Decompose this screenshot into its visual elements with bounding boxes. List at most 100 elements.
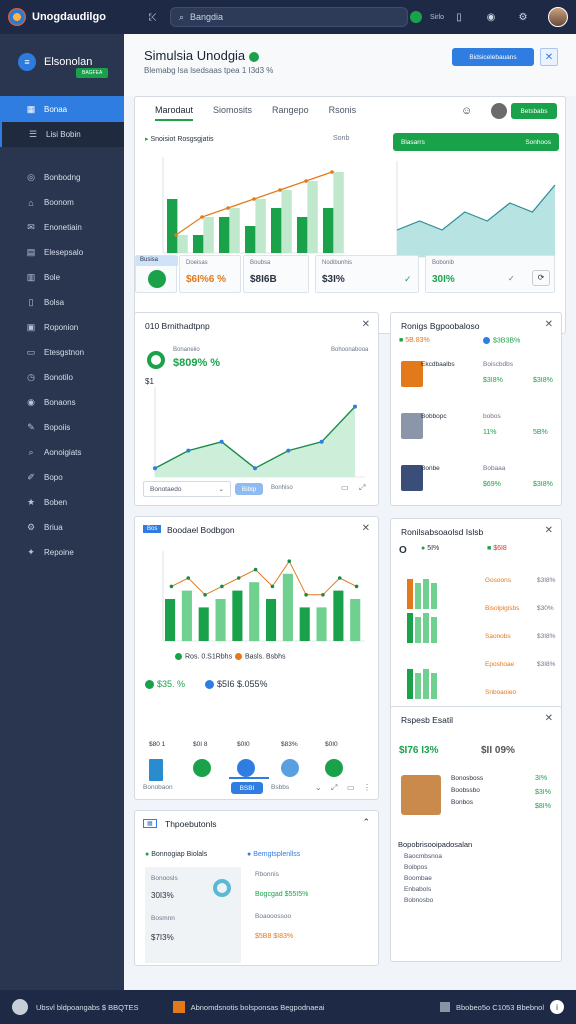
product-icon: [401, 361, 423, 387]
point: [153, 466, 157, 471]
bar: [431, 617, 437, 643]
edit-icon[interactable]: [440, 1002, 450, 1012]
search-icon: ⌕: [28, 447, 34, 457]
user-avatar[interactable]: [491, 103, 507, 119]
sidebar-item-13[interactable]: ⌕ Aonoigiats: [0, 440, 124, 465]
header-action-button[interactable]: Bidsicelebauans: [452, 48, 534, 66]
chart-title: ▸ Snoisiot Rosgsgjatis: [145, 136, 214, 143]
close-icon[interactable]: ✕: [545, 713, 553, 724]
point: [278, 188, 282, 192]
sidebar-item-3[interactable]: ⌂ Boonom: [0, 190, 124, 215]
notification-icon[interactable]: ◉: [484, 10, 498, 24]
primary-button[interactable]: Betsbabs: [511, 103, 557, 119]
stat-tile-2[interactable]: Doeisas $6I%6 %: [179, 255, 241, 293]
stat-tile-4[interactable]: Nodibunhis $3I% ✓: [315, 255, 419, 293]
tab-overview[interactable]: Marodaut: [155, 105, 194, 121]
stat-circle[interactable]: [149, 759, 163, 781]
chevron-up-icon[interactable]: ⌃: [362, 817, 370, 828]
card-a-value: $809% %: [173, 357, 221, 369]
file-icon[interactable]: ▯: [452, 10, 466, 24]
close-icon[interactable]: ✕: [545, 525, 553, 536]
sidebar-item-12[interactable]: ✎ Bopoiis: [0, 415, 124, 440]
info-icon[interactable]: i: [550, 1000, 564, 1014]
stat-circle[interactable]: [237, 759, 255, 777]
close-icon[interactable]: ✕: [545, 319, 553, 330]
expand-icon[interactable]: ⤢: [331, 783, 337, 793]
sidebar-item-label: Bole: [44, 273, 61, 282]
sidebar-item-10[interactable]: ◷ Bonotilo: [0, 365, 124, 390]
topics-card: ▦ Thpoebutonls ⌃ ● Bonnogiap Biolals ● B…: [134, 810, 379, 966]
sidebar-item-0[interactable]: ▦ Bonaa: [0, 96, 124, 122]
top-bar: Unogdaudilgo ⤪ ⌕ Bangdia Sirlo ▯ ◉ ⚙: [0, 0, 576, 34]
sidebar-item-17[interactable]: ✦ Repoine: [0, 540, 124, 565]
sidebar-item-15[interactable]: ★ Boben: [0, 490, 124, 515]
card-a-button[interactable]: Biblp: [235, 483, 263, 495]
sidebar-item-label: Lisi Bobin: [46, 130, 81, 139]
copy-icon[interactable]: ▭: [341, 483, 349, 492]
sidebar-item-label: Bonbodng: [44, 173, 81, 182]
app-icon: [172, 1001, 185, 1013]
stat-circle[interactable]: [193, 759, 211, 777]
close-icon[interactable]: ✕: [362, 319, 370, 330]
point: [287, 559, 292, 563]
tab-3[interactable]: Rangepo: [272, 105, 309, 121]
row-c: 5B%: [533, 429, 548, 436]
point: [354, 584, 359, 589]
bar: [165, 599, 176, 641]
sidebar-item-1[interactable]: ☰ Lisi Bobin: [0, 122, 124, 147]
row-name: Ekcdbaalbs: [421, 361, 455, 368]
row-c: $3I8%: [533, 481, 553, 488]
bar: [431, 673, 437, 699]
bar: [431, 583, 437, 609]
expand-icon[interactable]: ⤢: [359, 483, 365, 493]
copy-icon[interactable]: ▭: [347, 783, 355, 792]
sidebar-item-5[interactable]: ▤ Elesepsalo: [0, 240, 124, 265]
more-icon[interactable]: ⋮: [363, 783, 371, 792]
point: [169, 584, 174, 589]
close-icon[interactable]: ✕: [362, 523, 370, 534]
sidebar-title: Elsonolan: [44, 56, 93, 68]
sidebar-item-label: Boben: [44, 498, 68, 507]
point: [330, 170, 334, 174]
help-icon[interactable]: ☺: [461, 105, 472, 117]
settings-icon[interactable]: ⚙: [516, 10, 530, 24]
avatar[interactable]: [548, 7, 568, 27]
sidebar-item-7[interactable]: ▯ Bolsa: [0, 290, 124, 315]
bar: [333, 172, 344, 253]
sidebar-item-label: Bonaa: [44, 104, 68, 114]
collapse-icon[interactable]: ⤪: [146, 10, 160, 24]
header-close-button[interactable]: ✕: [540, 48, 558, 66]
sidebar-item-4[interactable]: ✉ Enonetiain: [0, 215, 124, 240]
bottom-user: Ubsvl bldpoangabs $ BBQTES: [36, 1002, 139, 1012]
row-b: $69%: [483, 481, 501, 488]
page-header: Simulsia Unodgia Blemabg lsa lsedsaas tp…: [124, 34, 576, 96]
sidebar-item-8[interactable]: ▣ Roponion: [0, 315, 124, 340]
stat-tile-5[interactable]: Bobonib 30I% ✓ ⟳: [425, 255, 555, 293]
sidebar-item-label: Elesepsalo: [44, 248, 84, 257]
slider[interactable]: [229, 777, 269, 779]
bar: [350, 599, 361, 641]
search-input[interactable]: ⌕ Bangdia: [169, 7, 408, 27]
point: [236, 576, 241, 580]
tab-2[interactable]: Siomosits: [213, 105, 252, 121]
sidebar-item-16[interactable]: ⚙ Briua: [0, 515, 124, 540]
sidebar-item-14[interactable]: ✐ Bopo: [0, 465, 124, 490]
stat-circle[interactable]: [281, 759, 299, 777]
bar: [333, 590, 344, 641]
stat-circle[interactable]: [325, 759, 343, 777]
period-select[interactable]: Bonotaedo ⌄: [143, 481, 231, 497]
stat-tile-3[interactable]: Boubsa $8I6B: [243, 255, 309, 293]
sidebar-item-11[interactable]: ◉ Bonaons: [0, 390, 124, 415]
sidebar-badge: BAGFEA: [76, 68, 109, 78]
chart-icon: ▥: [26, 272, 36, 282]
sidebar-item-2[interactable]: ◎ Bonbodng: [0, 165, 124, 190]
chevron-down-icon[interactable]: ⌄: [315, 783, 322, 792]
stat-tile-1[interactable]: Busisa: [135, 255, 178, 293]
sidebar-item-6[interactable]: ▥ Bole: [0, 265, 124, 290]
circle-label: $0I0: [325, 741, 338, 748]
sidebar-item-9[interactable]: ▭ Etesgstnon: [0, 340, 124, 365]
bar: [307, 181, 318, 253]
card-c-button[interactable]: BSBI: [231, 782, 263, 794]
tab-4[interactable]: Rsonis: [329, 105, 357, 121]
bar: [423, 613, 429, 643]
